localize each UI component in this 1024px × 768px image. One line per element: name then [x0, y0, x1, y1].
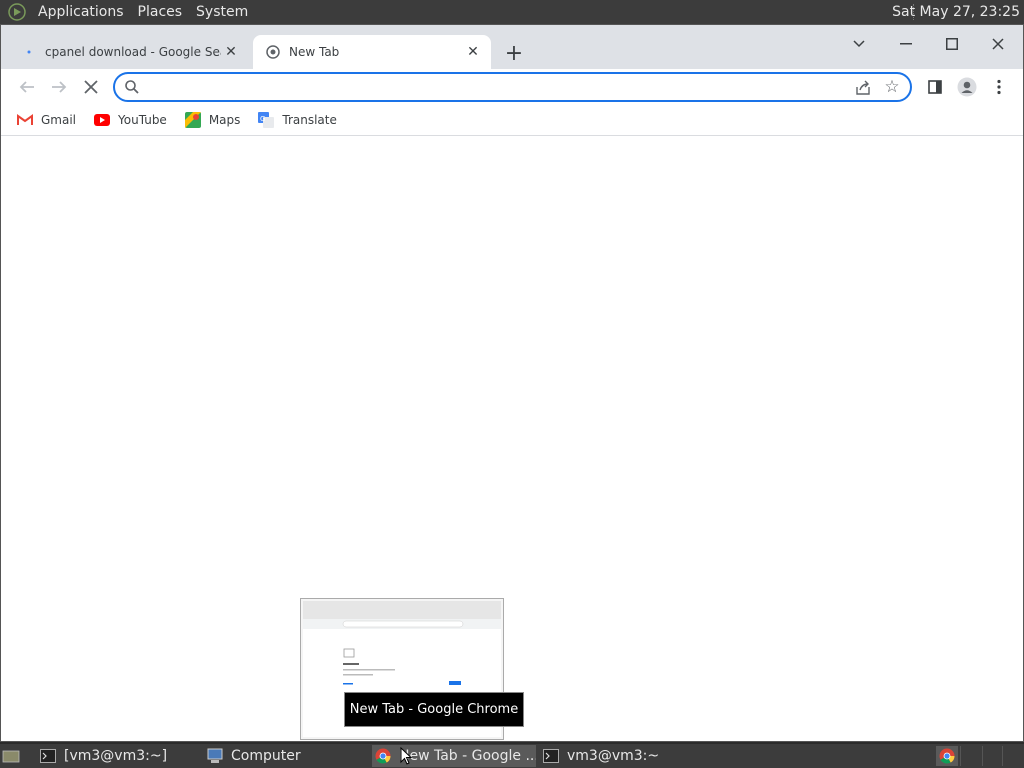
google-favicon-icon — [21, 44, 37, 60]
close-tab-icon[interactable]: ✕ — [221, 42, 241, 62]
translate-icon: G — [258, 112, 275, 128]
chrome-newtab-favicon-icon — [265, 44, 281, 60]
bookmark-label: Translate — [282, 113, 337, 127]
page-content[interactable] — [1, 137, 1023, 741]
omnibox[interactable]: ☆ — [113, 72, 912, 102]
mouse-cursor-icon — [400, 747, 412, 765]
maximize-button[interactable] — [937, 31, 967, 57]
toolbar: ☆ — [1, 69, 1023, 105]
workspace-3[interactable] — [982, 746, 1002, 766]
profile-avatar-button[interactable] — [953, 73, 981, 101]
new-tab-button[interactable]: + — [501, 40, 527, 66]
taskbar-label: [vm3@vm3:~] — [64, 748, 168, 764]
workspace-4[interactable] — [1002, 746, 1022, 766]
bookmark-gmail[interactable]: Gmail — [17, 112, 76, 128]
address-input[interactable] — [147, 77, 827, 97]
bookmark-youtube[interactable]: YouTube — [94, 112, 167, 128]
tab-title: cpanel download - Google Search — [45, 45, 221, 59]
applications-menu[interactable]: Applications — [34, 0, 128, 24]
close-window-button[interactable] — [983, 31, 1013, 57]
forward-button[interactable] — [45, 73, 73, 101]
tab-search-chevron-icon[interactable] — [844, 31, 874, 57]
minimize-button[interactable] — [891, 31, 921, 57]
system-menu[interactable]: System — [192, 0, 252, 24]
bookmarks-bar: Gmail YouTube Maps G Translate — [1, 105, 1023, 136]
close-tab-icon[interactable]: ✕ — [463, 42, 483, 62]
taskbar-item-computer[interactable]: Computer — [207, 745, 367, 767]
taskbar-item-terminal-1[interactable]: [vm3@vm3:~] — [40, 745, 200, 767]
taskbar-item-chrome[interactable]: New Tab - Google ... — [372, 745, 536, 767]
bookmark-label: YouTube — [118, 113, 167, 127]
taskbar-item-terminal-2[interactable]: vm3@vm3:~ — [543, 745, 703, 767]
taskbar-label: Computer — [231, 748, 301, 764]
side-panel-button[interactable] — [921, 73, 949, 101]
bookmark-label: Gmail — [41, 113, 77, 127]
bottom-taskbar: [vm3@vm3:~] Computer New Tab - Google ..… — [0, 744, 1024, 768]
preview-tabstrip — [303, 601, 501, 619]
clock[interactable]: Sat May 27, 23:25 — [892, 0, 1020, 24]
taskbar-label: vm3@vm3:~ — [567, 748, 660, 764]
search-icon — [124, 79, 140, 95]
top-panel: Applications Places System Sat May 27, 2… — [0, 0, 1024, 24]
terminal-icon — [40, 748, 56, 764]
chrome-menu-button[interactable] — [985, 73, 1013, 101]
taskbar-label: New Tab - Google ... — [399, 748, 536, 764]
tab-new-tab[interactable]: New Tab ✕ — [253, 35, 491, 69]
svg-text:G: G — [260, 115, 265, 123]
tab-strip: cpanel download - Google Search ✕ New Ta… — [1, 25, 1023, 69]
workspace-2[interactable] — [960, 746, 980, 766]
bookmark-maps[interactable]: Maps — [184, 112, 241, 128]
bookmark-star-icon[interactable]: ☆ — [882, 77, 902, 97]
distro-logo-icon[interactable] — [6, 1, 28, 23]
share-icon[interactable] — [854, 79, 872, 97]
back-button[interactable] — [13, 73, 41, 101]
workspace-chrome-icon[interactable] — [936, 746, 958, 766]
tab-title: New Tab — [289, 45, 340, 59]
stop-loading-button[interactable] — [77, 73, 105, 101]
maps-icon — [184, 112, 201, 128]
tab-cpanel-search[interactable]: cpanel download - Google Search ✕ — [9, 35, 249, 69]
chrome-window: cpanel download - Google Search ✕ New Ta… — [0, 24, 1024, 742]
gmail-icon — [17, 112, 33, 128]
chrome-icon — [375, 748, 391, 764]
preview-tooltip: New Tab - Google Chrome — [344, 692, 524, 727]
show-desktop-button[interactable] — [2, 745, 22, 767]
computer-icon — [207, 748, 223, 764]
bookmark-translate[interactable]: G Translate — [258, 112, 337, 128]
places-menu[interactable]: Places — [134, 0, 187, 24]
bookmark-label: Maps — [208, 113, 241, 127]
youtube-icon — [94, 112, 111, 128]
terminal-icon — [543, 748, 559, 764]
